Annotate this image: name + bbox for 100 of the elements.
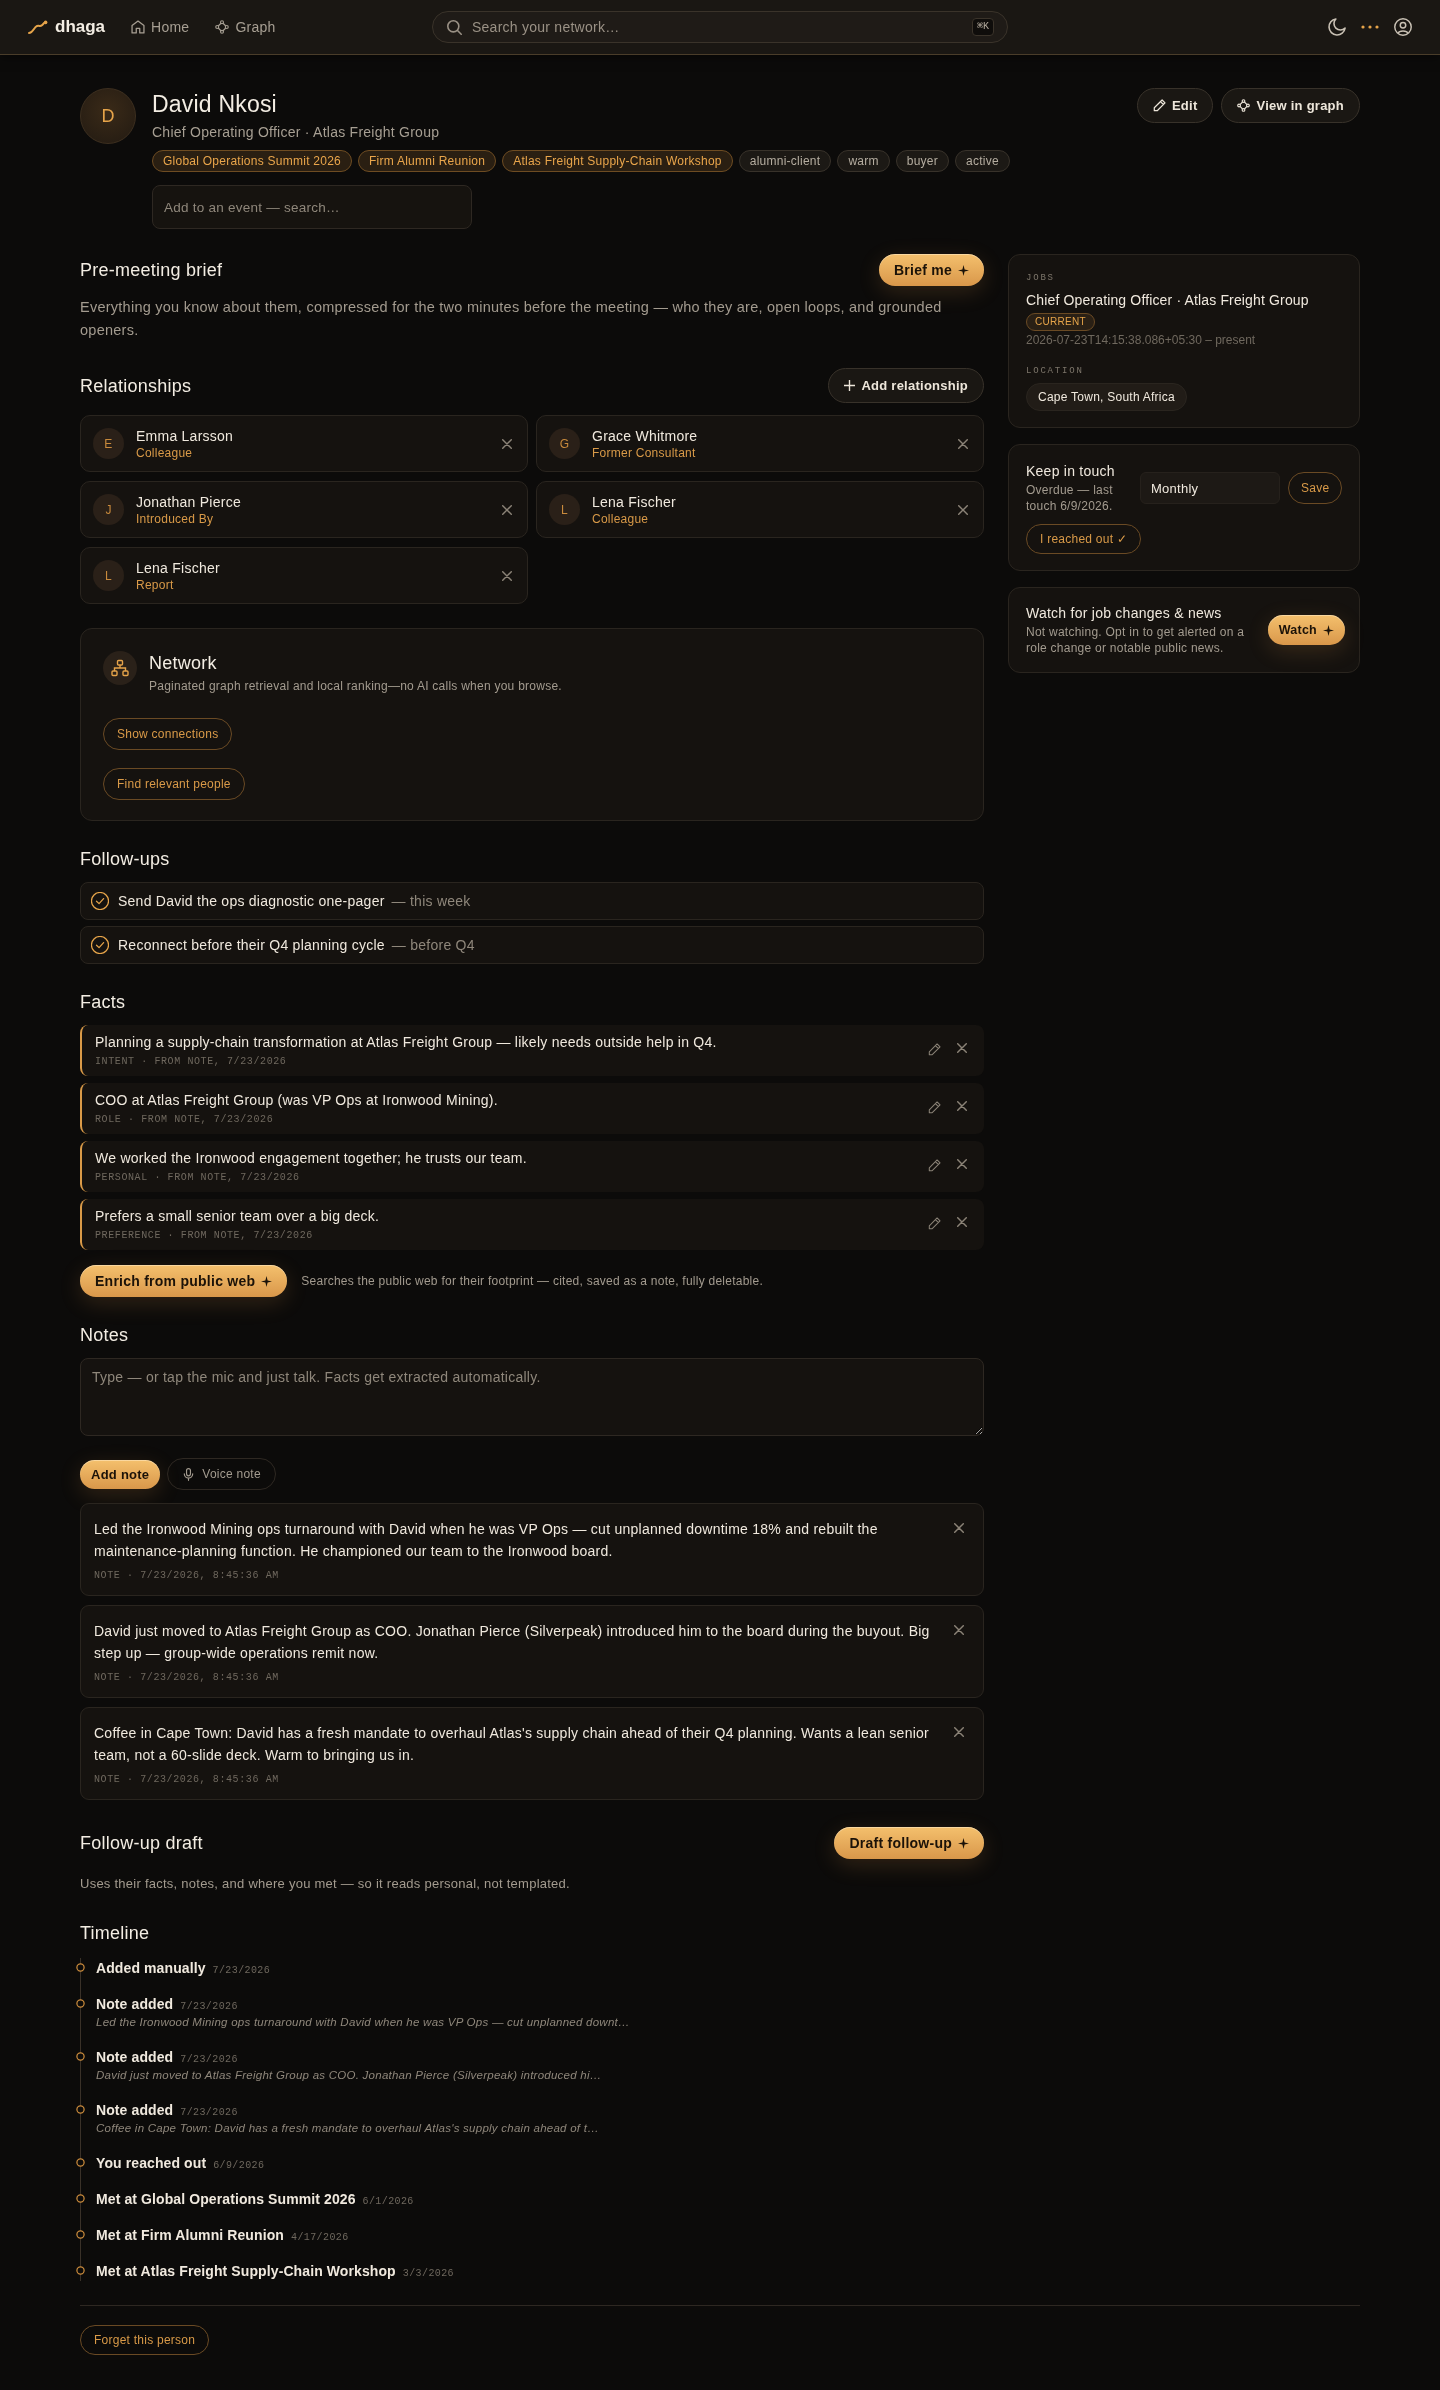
hierarchy-icon	[103, 651, 137, 685]
event-tag[interactable]: Firm Alumni Reunion	[358, 150, 497, 172]
section-heading: Follow-ups	[80, 848, 171, 871]
sparkle-icon	[261, 1275, 273, 1287]
event-search-field[interactable]: Add to an event — search…	[152, 185, 472, 229]
close-icon[interactable]	[954, 1523, 964, 1533]
close-icon[interactable]	[957, 1101, 967, 1111]
person-name: Lena Fischer	[592, 492, 677, 511]
fact-text: Planning a supply-chain transformation at Atlas Freight Group — likely needs outside help in Q4.	[95, 1032, 718, 1052]
close-icon[interactable]	[957, 1159, 967, 1169]
home-link[interactable]: Home	[131, 19, 190, 35]
fact-meta: ROLE · FROM NOTE, 7/23/2026	[95, 1112, 275, 1127]
follow-up-text: Reconnect before their Q4 planning cycle	[118, 937, 385, 953]
brief-description: Everything you know about them, compressed for the two minutes before the meeting — who they are, open loops, and grounded openers.	[80, 298, 943, 340]
close-icon[interactable]	[502, 438, 512, 449]
follow-up-text: Send David the ops diagnostic one-pager	[118, 893, 385, 909]
person-title: Chief Operating Officer · Atlas Freight Group	[152, 123, 441, 142]
logo-icon	[28, 20, 48, 34]
fact-text: We worked the Ironwood engagement together; he trusts our team.	[95, 1148, 528, 1168]
more-icon[interactable]	[1361, 25, 1379, 29]
relationship-role: Introduced By	[136, 510, 215, 527]
timeline-date: 7/23/2026	[180, 2107, 238, 2118]
timeline-event-title: Note added	[96, 1995, 174, 2014]
job-dates: 2026-07-23T14:15:38.086+05:30 – present	[1026, 332, 1257, 348]
timeline-date: 6/1/2026	[362, 2196, 414, 2207]
close-icon[interactable]	[502, 504, 512, 515]
location-chip: Cape Town, South Africa	[1026, 383, 1187, 411]
search-icon	[447, 19, 462, 35]
close-icon[interactable]	[957, 1217, 967, 1227]
close-icon[interactable]	[502, 570, 512, 581]
watch-description: Not watching. Opt in to get alerted on a role change or notable public news.	[1026, 624, 1246, 656]
section-heading: Facts	[80, 991, 127, 1014]
fact-meta: PREFERENCE · FROM NOTE, 7/23/2026	[95, 1228, 314, 1243]
relationship-card[interactable]: J Jonathan Pierce Introduced By	[80, 481, 528, 538]
note-input-field[interactable]: Type — or tap the mic and just talk. Facts get extracted automatically.	[80, 1358, 984, 1436]
nodes-icon	[215, 20, 230, 34]
timeline-excerpt: Coffee in Cape Town: David has a fresh mandate to overhaul Atlas's supply chain ahead of t…	[96, 2121, 599, 2136]
person-name: Grace Whitmore	[592, 426, 699, 445]
pencil-icon[interactable]	[928, 1101, 941, 1114]
tag-chip[interactable]: alumni-client	[738, 150, 832, 172]
add-note-button[interactable]: Add note	[80, 1459, 161, 1489]
timeline-event-title: Met at Firm Alumni Reunion	[96, 2226, 284, 2245]
timeline-event-title: Met at Atlas Freight Supply-Chain Workshop	[96, 2262, 396, 2281]
relationship-card[interactable]: G Grace Whitmore Former Consultant	[536, 415, 984, 472]
fact-meta: INTENT · FROM NOTE, 7/23/2026	[95, 1054, 288, 1069]
timeline-marker-icon	[76, 2158, 85, 2167]
sparkle-icon	[958, 1837, 969, 1849]
graph-link[interactable]: Graph	[215, 19, 276, 35]
avatar-initial: D	[80, 88, 136, 144]
fact-text: COO at Atlas Freight Group (was VP Ops at Ironwood Mining).	[95, 1090, 499, 1110]
tag-chip[interactable]: buyer	[895, 150, 949, 172]
avatar-initial: E	[93, 428, 124, 459]
pencil-icon	[1152, 99, 1166, 112]
pencil-icon[interactable]	[928, 1159, 941, 1172]
timeline-marker-icon	[76, 1999, 85, 2008]
tag-chip[interactable]: active	[955, 150, 1010, 172]
pencil-icon[interactable]	[928, 1217, 941, 1230]
event-tag[interactable]: Global Operations Summit 2026	[152, 150, 352, 172]
add-relationship-button[interactable]: Add relationship	[828, 368, 984, 403]
close-icon[interactable]	[954, 1625, 964, 1635]
relationship-role: Report	[136, 576, 175, 593]
moon-icon[interactable]	[1328, 18, 1346, 36]
current-badge: CURRENT	[1026, 313, 1095, 331]
tag-chip[interactable]: warm	[837, 150, 890, 172]
section-heading: Timeline	[80, 1922, 151, 1945]
plus-icon	[844, 380, 856, 391]
event-tag[interactable]: Atlas Freight Supply-Chain Workshop	[502, 150, 733, 172]
close-icon[interactable]	[954, 1727, 964, 1737]
close-icon[interactable]	[958, 438, 968, 449]
timeline-marker-icon	[76, 2266, 85, 2275]
brief-me-button[interactable]: Brief me	[878, 254, 984, 286]
keep-in-touch-status: Overdue — last touch 6/9/2026.	[1026, 482, 1114, 514]
account-icon[interactable]	[1394, 18, 1412, 36]
relationship-role: Colleague	[136, 444, 194, 461]
avatar-initial: L	[549, 494, 580, 525]
relationship-card[interactable]: L Lena Fischer Report	[80, 547, 528, 604]
timeline-excerpt: David just moved to Atlas Freight Group as COO. Jonathan Pierce (Silverpeak) introduced hi…	[96, 2068, 602, 2083]
job-title: Chief Operating Officer · Atlas Freight Group	[1026, 291, 1310, 310]
edit-button[interactable]: Edit	[1136, 88, 1214, 123]
relationship-role: Former Consultant	[592, 444, 697, 461]
frequency-field[interactable]: Monthly	[1140, 472, 1280, 504]
person-name: Emma Larsson	[136, 426, 235, 445]
section-label: JOBS	[1026, 272, 1056, 284]
draft-follow-up-button[interactable]: Draft follow-up	[834, 1827, 984, 1859]
nodes-icon	[1237, 99, 1251, 112]
relationship-card[interactable]: L Lena Fischer Colleague	[536, 481, 984, 538]
watch-title: Watch for job changes & news	[1026, 604, 1223, 623]
relationship-card[interactable]: E Emma Larsson Colleague	[80, 415, 528, 472]
brand-link[interactable]: dhaga	[28, 17, 106, 37]
due-label: — this week	[391, 893, 471, 909]
view-in-graph-button[interactable]: View in graph	[1221, 88, 1360, 123]
enrich-button[interactable]: Enrich from public web	[80, 1265, 288, 1297]
section-heading: Follow-up draft	[80, 1832, 203, 1855]
pencil-icon[interactable]	[928, 1043, 941, 1056]
watch-button[interactable]: Watch	[1267, 615, 1345, 645]
note-meta: NOTE · 7/23/2026, 8:45:36 AM	[94, 1671, 280, 1685]
close-icon[interactable]	[958, 504, 968, 515]
note-meta: NOTE · 7/23/2026, 8:45:36 AM	[94, 1569, 280, 1583]
close-icon[interactable]	[957, 1043, 967, 1053]
person-name: Jonathan Pierce	[136, 492, 242, 511]
